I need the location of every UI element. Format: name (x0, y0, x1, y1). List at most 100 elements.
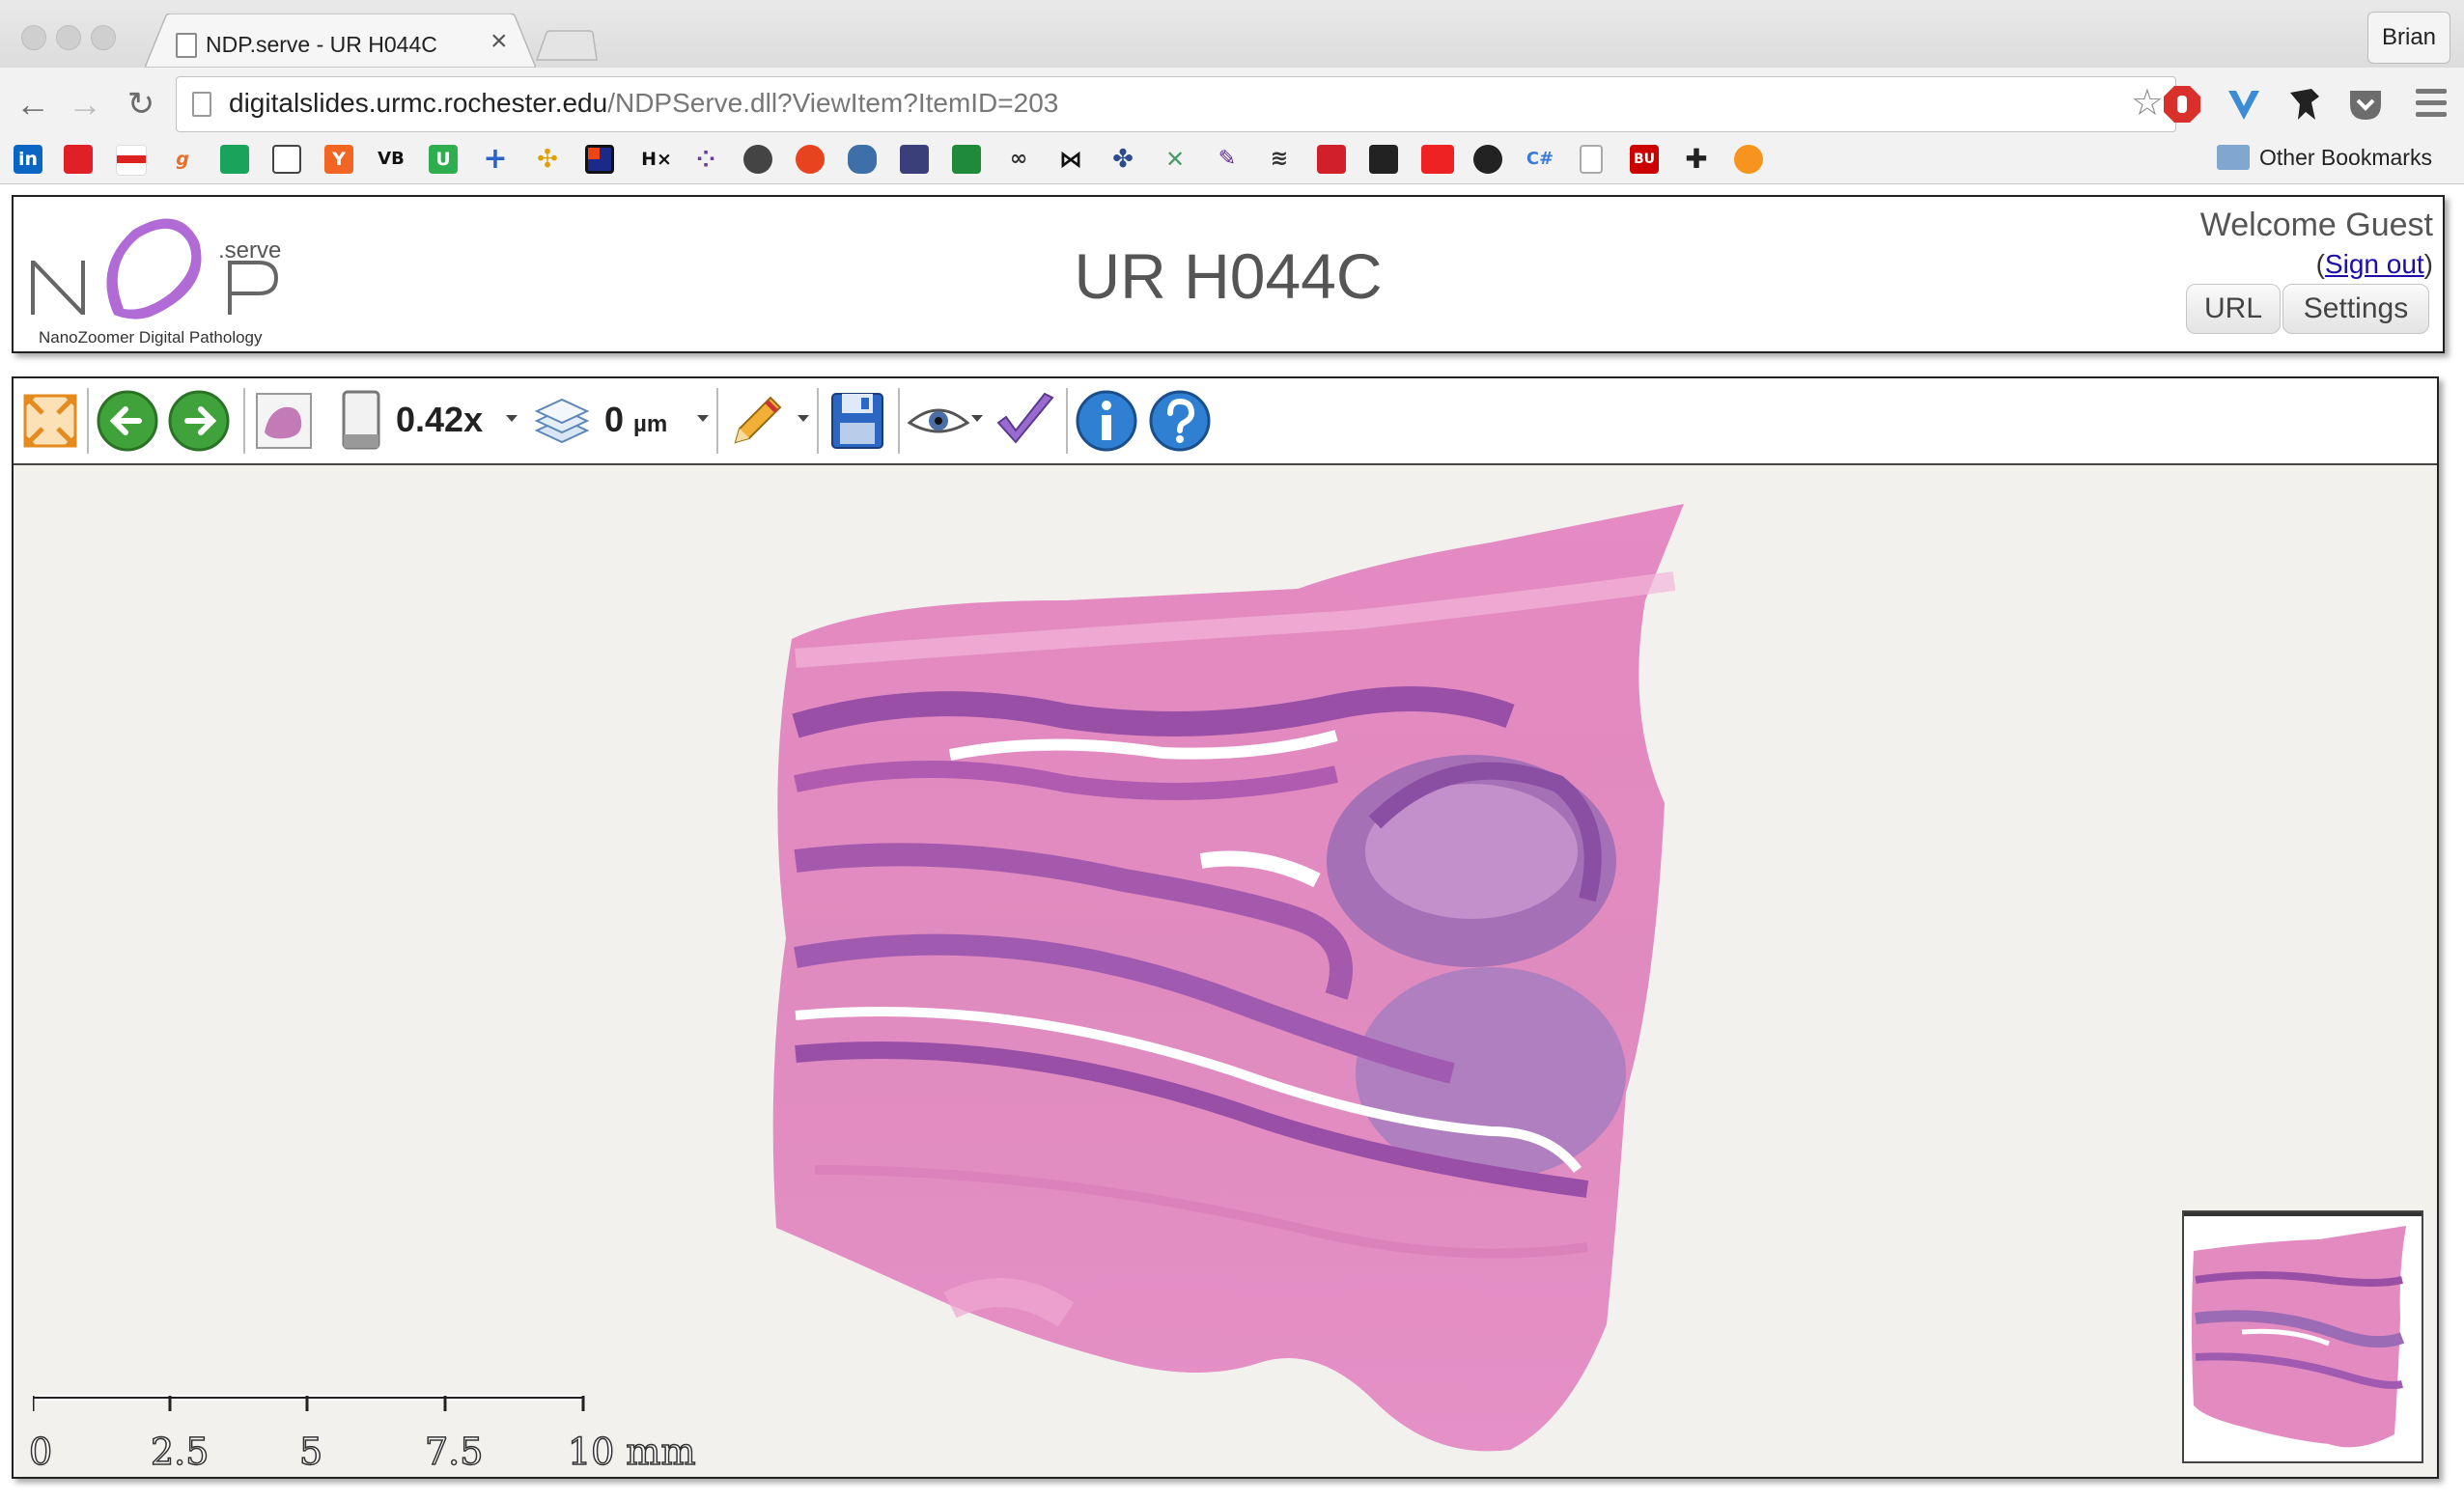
tab-title: NDP.serve - UR H044C (206, 32, 437, 57)
dots-bookmark-icon[interactable]: ⁘ (691, 145, 720, 174)
url-text[interactable]: digitalslides.urmc.rochester.edu/NDPServ… (229, 88, 1058, 119)
forward-arrow-icon[interactable]: → (66, 85, 104, 124)
slide-label-icon[interactable] (328, 388, 394, 454)
toolbar-separator (716, 388, 718, 454)
checkmark-icon[interactable] (993, 388, 1058, 454)
fit-to-screen-icon[interactable] (17, 388, 83, 454)
app-press-bookmark-icon[interactable] (743, 145, 772, 174)
bowtie-bookmark-icon[interactable]: ⋈ (1056, 145, 1085, 174)
link-bookmark-icon[interactable]: ∞ (1004, 145, 1033, 174)
zoom-dropdown-caret-icon[interactable] (506, 415, 518, 422)
other-bookmarks-label: Other Bookmarks (2259, 145, 2432, 170)
signout-wrapper: (Sign out) (2316, 249, 2433, 280)
hexagon-bookmark-icon[interactable] (1734, 145, 1763, 174)
flag-bookmark-icon[interactable] (116, 145, 147, 176)
toolbar-separator (1066, 388, 1068, 454)
url-path: /NDPServe.dll?ViewItem?ItemID=203 (607, 88, 1059, 118)
u-bookmark-icon[interactable]: U (429, 145, 458, 174)
bookmark-star-icon[interactable]: ☆ (2131, 83, 2164, 124)
hacker-news-bookmark-icon[interactable]: Y (324, 145, 353, 174)
focus-unit: µm (633, 411, 668, 437)
help-icon[interactable] (1147, 388, 1213, 454)
grid-bookmark-icon[interactable] (585, 145, 614, 174)
ninja-extension-icon[interactable] (2282, 83, 2325, 125)
pocket-extension-icon[interactable] (2344, 83, 2387, 125)
visibility-dropdown-caret-icon[interactable] (971, 415, 983, 422)
window-minimize-light[interactable] (56, 25, 81, 50)
plus-bookmark-icon[interactable]: + (481, 145, 510, 174)
reload-icon[interactable]: ↻ (122, 85, 160, 124)
medium-bookmark-icon[interactable] (220, 145, 249, 174)
red-stripes-bookmark-icon[interactable] (64, 145, 93, 174)
scale-label: 10 mm (567, 1430, 696, 1474)
window-zoom-light[interactable] (91, 25, 116, 50)
slide-title: UR H044C (1074, 240, 1383, 312)
h-bookmark-icon[interactable] (900, 145, 929, 174)
annotate-dropdown-caret-icon[interactable] (798, 415, 809, 422)
toolbar-separator (87, 388, 89, 454)
hx-bookmark-icon[interactable]: H× (637, 145, 676, 174)
browser-menu-icon[interactable] (2416, 89, 2447, 118)
octopus-bookmark-icon[interactable]: ✤ (1108, 145, 1137, 174)
back-arrow-icon[interactable]: ← (14, 85, 52, 124)
feather-bookmark-icon[interactable]: ✎ (1213, 145, 1242, 174)
next-view-arrow-icon[interactable] (166, 388, 232, 454)
toolbar-separator (898, 388, 900, 454)
focus-dropdown-caret-icon[interactable] (697, 415, 709, 422)
chart-bookmark-icon[interactable] (952, 145, 981, 174)
pinwheel-bookmark-icon[interactable]: ✣ (533, 145, 562, 174)
url-button[interactable]: URL (2186, 284, 2281, 334)
blank-page-bookmark-icon[interactable] (1580, 145, 1603, 174)
ndp-header: .serve NanoZoomer Digital Pathology UR H… (12, 195, 2445, 353)
vimium-extension-icon[interactable] (2223, 83, 2265, 125)
tomato-bookmark-icon[interactable] (796, 145, 825, 174)
zoom-level: 0.42x (396, 400, 484, 439)
bar-chart-bookmark-icon[interactable] (1317, 145, 1346, 174)
profile-button[interactable]: Brian (2367, 12, 2450, 64)
toolbar-separator (817, 388, 819, 454)
signout-link[interactable]: Sign out (2325, 249, 2424, 279)
g-bookmark-icon[interactable]: g (168, 145, 197, 174)
database-bookmark-icon[interactable] (848, 145, 877, 174)
circle-bookmark-icon[interactable] (1473, 145, 1502, 174)
new-tab-button[interactable] (533, 29, 601, 62)
slide-thumbnail-icon[interactable] (251, 388, 317, 454)
it-bookmark-icon[interactable] (1421, 145, 1454, 174)
folder-icon (2217, 145, 2250, 170)
scale-label: 2.5 (150, 1430, 210, 1474)
tab-close-icon[interactable]: × (490, 27, 508, 56)
dark-bookmark-icon[interactable] (1369, 145, 1398, 174)
overview-thumbnail[interactable] (2182, 1210, 2423, 1463)
slide-viewer[interactable]: 0.42x 0 µm 0 2.5 5 7.5 10 mm (12, 376, 2439, 1479)
vb-bookmark-icon[interactable]: VB (377, 145, 406, 174)
scale-label: 5 (298, 1430, 323, 1474)
focus-layers-icon[interactable] (529, 388, 595, 454)
scale-label: 0 (28, 1430, 53, 1474)
logo-caption: NanoZoomer Digital Pathology (39, 328, 263, 347)
focus-offset: 0 µm (604, 400, 667, 440)
settings-button[interactable]: Settings (2282, 284, 2429, 334)
tissue-slide-image[interactable] (757, 494, 1703, 1469)
focus-value: 0 (604, 400, 625, 439)
address-bar[interactable]: digitalslides.urmc.rochester.edu/NDPServ… (176, 76, 2176, 132)
bu-bookmark-icon[interactable]: BU (1630, 145, 1659, 174)
toolbar-separator (243, 388, 245, 454)
viewer-toolbar: 0.42x 0 µm (14, 378, 2437, 465)
cross-bookmark-icon[interactable]: ✚ (1682, 145, 1711, 174)
network-bookmark-icon[interactable]: ✕ (1161, 145, 1190, 174)
browser-tab-strip: NDP.serve - UR H044C × Brian (0, 0, 2464, 68)
previous-view-arrow-icon[interactable] (95, 388, 160, 454)
csharp-bookmark-icon[interactable]: C# (1526, 145, 1554, 174)
signout-paren-close: ) (2423, 249, 2433, 279)
info-icon[interactable] (1074, 388, 1139, 454)
window-close-light[interactable] (21, 25, 46, 50)
news-bookmark-icon[interactable] (272, 145, 301, 174)
visibility-eye-icon[interactable] (906, 388, 971, 454)
annotate-pencil-icon[interactable] (724, 388, 790, 454)
welcome-text: Welcome Guest (2199, 207, 2433, 243)
lines-bookmark-icon[interactable]: ≋ (1265, 145, 1294, 174)
save-disk-icon[interactable] (825, 388, 890, 454)
scale-label: 7.5 (424, 1430, 484, 1474)
adblock-extension-icon[interactable] (2161, 83, 2203, 125)
linkedin-bookmark-icon[interactable]: in (14, 145, 42, 174)
